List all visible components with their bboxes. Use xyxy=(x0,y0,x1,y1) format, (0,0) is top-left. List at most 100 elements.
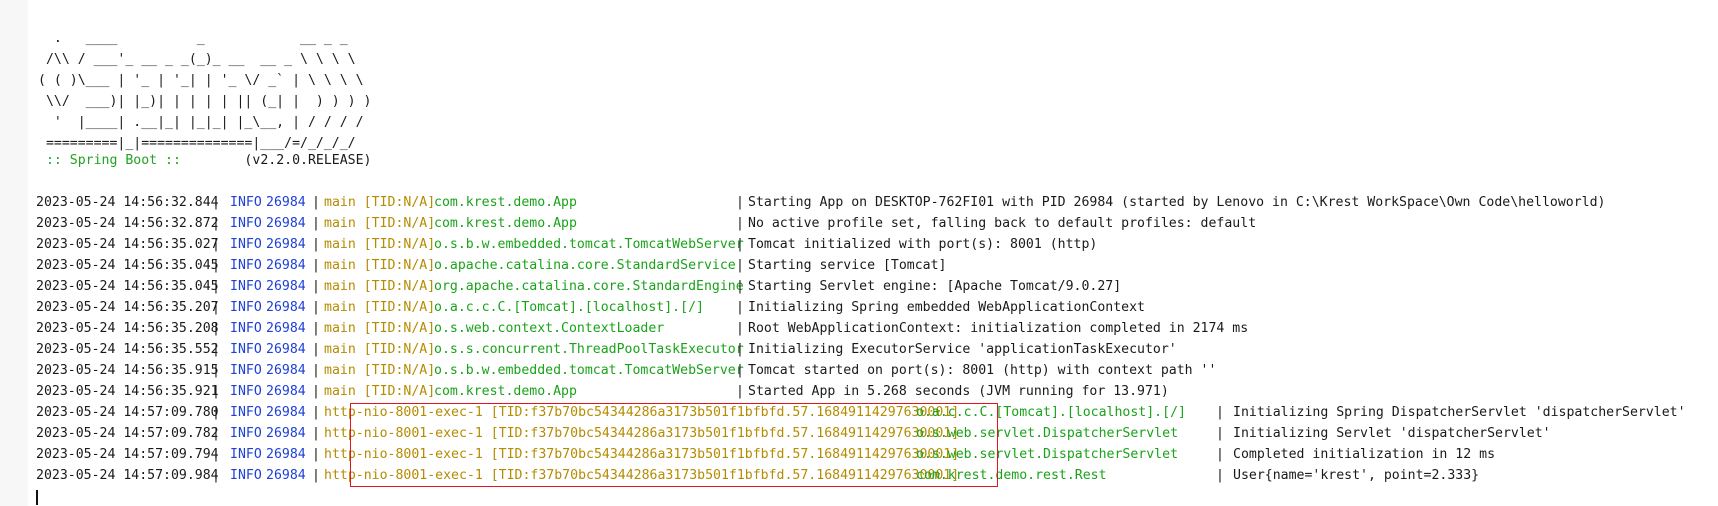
column-separator: | xyxy=(212,258,220,273)
log-line: 2023-05-24 14:56:32.844 | INFO 26984 | main [… xyxy=(36,192,1718,213)
spring-boot-version-line: :: Spring Boot :: (v2.2.0.RELEASE) xyxy=(38,150,372,171)
log-timestamp: 2023-05-24 14:56:35.045 xyxy=(36,258,219,273)
log-level: INFO xyxy=(230,447,262,462)
log-timestamp: 2023-05-24 14:56:35.915 xyxy=(36,363,219,378)
column-separator: | xyxy=(312,300,320,315)
column-separator: | xyxy=(312,468,320,483)
log-level: INFO xyxy=(230,258,262,273)
column-separator: | xyxy=(736,363,744,378)
log-logger: com.krest.demo.App xyxy=(434,216,577,231)
log-timestamp: 2023-05-24 14:56:35.552 xyxy=(36,342,219,357)
log-logger: o.apache.catalina.core.StandardService xyxy=(434,258,736,273)
column-separator: | xyxy=(212,426,220,441)
column-separator: | xyxy=(736,216,744,231)
column-separator: | xyxy=(1216,405,1224,420)
column-separator: | xyxy=(312,321,320,336)
log-logger: o.s.b.w.embedded.tomcat.TomcatWebServer xyxy=(434,363,744,378)
log-message: Completed initialization in 12 ms xyxy=(1233,447,1496,462)
log-message: Starting service [Tomcat] xyxy=(748,258,947,273)
column-separator: | xyxy=(212,216,220,231)
log-message: User{name='krest', point=2.333} xyxy=(1233,468,1480,483)
column-separator: | xyxy=(736,300,744,315)
log-line: 2023-05-24 14:56:35.552 | INFO 26984 | main [… xyxy=(36,339,1718,360)
column-separator: | xyxy=(312,216,320,231)
log-level: INFO xyxy=(230,216,262,231)
log-pid: 26984 xyxy=(266,321,306,336)
column-separator: | xyxy=(212,237,220,252)
log-line: 2023-05-24 14:56:35.208 | INFO 26984 | main [… xyxy=(36,318,1718,339)
column-separator: | xyxy=(1216,426,1224,441)
log-timestamp: 2023-05-24 14:56:32.872 xyxy=(36,216,219,231)
column-separator: | xyxy=(212,468,220,483)
column-separator: | xyxy=(212,300,220,315)
log-thread: main [TID:N/A] xyxy=(324,237,436,252)
log-logger: com.krest.demo.App xyxy=(434,195,577,210)
column-separator: | xyxy=(736,342,744,357)
column-separator: | xyxy=(312,363,320,378)
log-message: Initializing ExecutorService 'applicatio… xyxy=(748,342,1177,357)
log-timestamp: 2023-05-24 14:56:35.045 xyxy=(36,279,219,294)
log-logger: com.krest.demo.App xyxy=(434,384,577,399)
log-message: Initializing Spring DispatcherServlet 'd… xyxy=(1233,405,1686,420)
column-separator: | xyxy=(736,195,744,210)
log-message: Tomcat initialized with port(s): 8001 (h… xyxy=(748,237,1098,252)
log-pid: 26984 xyxy=(266,237,306,252)
log-level: INFO xyxy=(230,195,262,210)
column-separator: | xyxy=(212,384,220,399)
log-timestamp: 2023-05-24 14:56:35.921 xyxy=(36,384,219,399)
log-thread: main [TID:N/A] xyxy=(324,384,436,399)
column-separator: | xyxy=(212,405,220,420)
log-message: Starting App on DESKTOP-762FI01 with PID… xyxy=(748,195,1606,210)
column-separator: | xyxy=(312,384,320,399)
column-separator: | xyxy=(312,447,320,462)
log-pid: 26984 xyxy=(266,447,306,462)
log-pid: 26984 xyxy=(266,384,306,399)
column-separator: | xyxy=(736,384,744,399)
log-level: INFO xyxy=(230,468,262,483)
log-line: 2023-05-24 14:56:35.027 | INFO 26984 | main [… xyxy=(36,234,1718,255)
log-level: INFO xyxy=(230,321,262,336)
column-separator: | xyxy=(312,258,320,273)
log-line: 2023-05-24 14:56:35.045 | INFO 26984 | main [… xyxy=(36,276,1718,297)
column-separator: | xyxy=(312,342,320,357)
log-pid: 26984 xyxy=(266,279,306,294)
column-separator: | xyxy=(212,342,220,357)
column-separator: | xyxy=(212,279,220,294)
log-thread: main [TID:N/A] xyxy=(324,279,436,294)
log-pid: 26984 xyxy=(266,216,306,231)
log-logger: o.s.s.concurrent.ThreadPoolTaskExecutor xyxy=(434,342,744,357)
log-thread: main [TID:N/A] xyxy=(324,216,436,231)
log-message: Started App in 5.268 seconds (JVM runnin… xyxy=(748,384,1169,399)
column-separator: | xyxy=(1216,447,1224,462)
log-level: INFO xyxy=(230,426,262,441)
log-timestamp: 2023-05-24 14:56:32.844 xyxy=(36,195,219,210)
column-separator: | xyxy=(312,279,320,294)
log-level: INFO xyxy=(230,237,262,252)
log-logger: o.s.web.context.ContextLoader xyxy=(434,321,665,336)
log-thread: main [TID:N/A] xyxy=(324,300,436,315)
tid-highlight-box xyxy=(350,403,998,487)
log-pid: 26984 xyxy=(266,426,306,441)
spring-boot-version: (v2.2.0.RELEASE) xyxy=(188,153,372,168)
log-pid: 26984 xyxy=(266,195,306,210)
log-message: Initializing Spring embedded WebApplicat… xyxy=(748,300,1145,315)
log-timestamp: 2023-05-24 14:57:09.794 xyxy=(36,447,219,462)
spring-ascii-banner: . ____ _ __ _ _ /\\ / ___'_ __ _ _(_)_ _… xyxy=(38,31,372,151)
log-line: 2023-05-24 14:56:32.872 | INFO 26984 | main [… xyxy=(36,213,1718,234)
log-message: Initializing Servlet 'dispatcherServlet' xyxy=(1233,426,1551,441)
editor-gutter xyxy=(0,0,28,506)
log-timestamp: 2023-05-24 14:57:09.782 xyxy=(36,426,219,441)
log-thread: main [TID:N/A] xyxy=(324,363,436,378)
log-level: INFO xyxy=(230,363,262,378)
log-pid: 26984 xyxy=(266,405,306,420)
log-pid: 26984 xyxy=(266,342,306,357)
log-line: 2023-05-24 14:56:35.921 | INFO 26984 | main [… xyxy=(36,381,1718,402)
log-logger: org.apache.catalina.core.StandardEngine xyxy=(434,279,744,294)
log-message: Root WebApplicationContext: initializati… xyxy=(748,321,1249,336)
column-separator: | xyxy=(312,426,320,441)
log-timestamp: 2023-05-24 14:56:35.027 xyxy=(36,237,219,252)
column-separator: | xyxy=(736,321,744,336)
column-separator: | xyxy=(736,279,744,294)
log-level: INFO xyxy=(230,342,262,357)
log-logger: o.s.b.w.embedded.tomcat.TomcatWebServer xyxy=(434,237,744,252)
